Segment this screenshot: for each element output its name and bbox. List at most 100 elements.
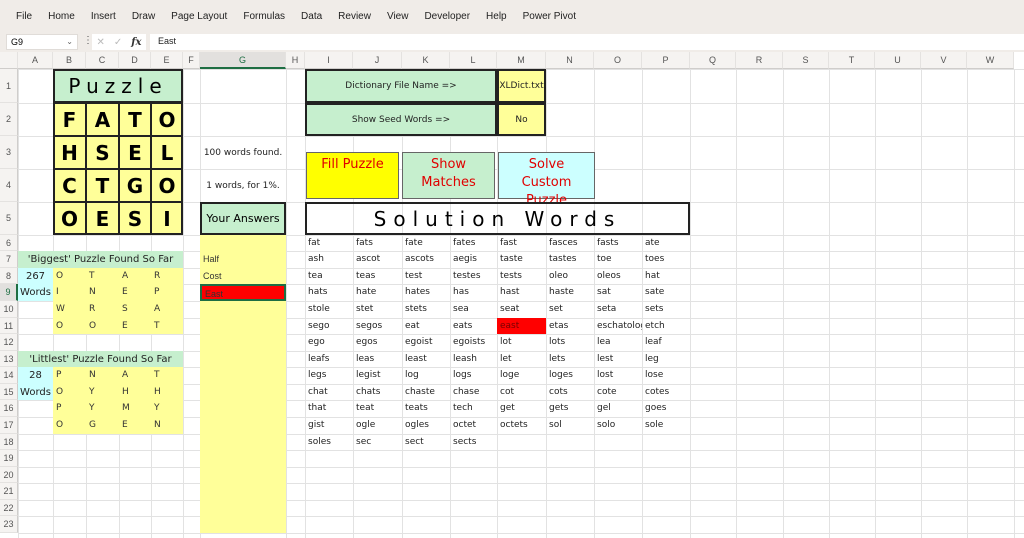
solution-word[interactable]: hate [353,284,402,301]
column-header-G[interactable]: G [200,52,286,69]
show-matches-button[interactable]: Show Matches [402,152,495,199]
column-header-W[interactable]: W [967,52,1014,69]
solution-word[interactable]: solo [594,417,642,434]
solution-word[interactable]: lots [546,334,594,351]
ribbon-tab-developer[interactable]: Developer [416,11,478,22]
solution-word[interactable]: fasces [546,235,594,251]
solution-word[interactable]: cots [546,384,594,400]
solution-word[interactable]: haste [546,284,594,301]
chevron-down-icon[interactable]: ⌄ [66,37,73,47]
solve-custom-puzzle-button[interactable]: Solve Custom Puzzle [498,152,595,208]
solution-word[interactable]: hats [305,284,353,301]
column-header-R[interactable]: R [736,52,783,69]
ribbon-tab-help[interactable]: Help [478,11,515,22]
cancel-icon[interactable]: ✕ [96,37,104,48]
row-header-10[interactable]: 10 [0,301,18,318]
formula-input[interactable]: East [150,34,1024,50]
solution-word[interactable]: fats [353,235,402,251]
column-header-N[interactable]: N [546,52,594,69]
select-all-corner[interactable] [0,52,18,69]
answer-cell[interactable]: Cost [200,268,286,284]
solution-word[interactable]: cotes [642,384,690,400]
solution-word[interactable]: gel [594,400,642,417]
answer-cell[interactable]: Half [200,251,286,268]
row-header-22[interactable]: 22 [0,500,18,516]
solution-word[interactable]: loges [546,367,594,384]
enter-icon[interactable]: ✓ [114,37,122,48]
solution-word[interactable]: has [450,284,497,301]
row-header-7[interactable]: 7 [0,251,18,268]
solution-word[interactable]: etas [546,318,594,334]
solution-word[interactable]: stets [402,301,450,318]
solution-word[interactable]: let [497,351,546,367]
solution-word[interactable]: hates [402,284,450,301]
insert-function-icon[interactable]: fx [131,37,141,48]
row-header-13[interactable]: 13 [0,351,18,367]
solution-word[interactable]: set [546,301,594,318]
ribbon-tab-review[interactable]: Review [330,11,379,22]
ribbon-tab-file[interactable]: File [8,11,40,22]
solution-word[interactable]: fat [305,235,353,251]
solution-word[interactable]: eat [402,318,450,334]
solution-word[interactable]: sate [642,284,690,301]
solution-word[interactable]: fate [402,235,450,251]
row-header-16[interactable]: 16 [0,400,18,417]
seed-words-input[interactable]: No [497,103,546,136]
column-header-M[interactable]: M [497,52,546,69]
solution-word[interactable]: sol [546,417,594,434]
solution-word[interactable]: gets [546,400,594,417]
row-header-4[interactable]: 4 [0,169,18,202]
solution-word[interactable]: ogles [402,417,450,434]
column-header-A[interactable]: A [18,52,53,69]
solution-word[interactable]: tea [305,268,353,284]
solution-word[interactable]: lest [594,351,642,367]
name-box[interactable]: G9 ⌄ [6,34,78,50]
solution-word[interactable]: eschatolog [594,318,642,334]
solution-word[interactable]: legist [353,367,402,384]
solution-word[interactable]: tech [450,400,497,417]
ribbon-tab-page-layout[interactable]: Page Layout [163,11,235,22]
solution-word[interactable]: legs [305,367,353,384]
solution-word[interactable]: least [402,351,450,367]
solution-word[interactable]: aegis [450,251,497,268]
solution-word[interactable]: leg [642,351,690,367]
row-header-20[interactable]: 20 [0,467,18,483]
row-header-19[interactable]: 19 [0,450,18,467]
solution-word[interactable]: fates [450,235,497,251]
row-header-18[interactable]: 18 [0,434,18,450]
solution-word[interactable]: leaf [642,334,690,351]
column-header-D[interactable]: D [119,52,151,69]
solution-word[interactable]: cot [497,384,546,400]
ribbon-tab-view[interactable]: View [379,11,417,22]
ribbon-tab-home[interactable]: Home [40,11,83,22]
solution-word[interactable]: ego [305,334,353,351]
solution-word[interactable]: get [497,400,546,417]
solution-word[interactable]: eats [450,318,497,334]
ribbon-tab-formulas[interactable]: Formulas [235,11,293,22]
solution-word[interactable]: sea [450,301,497,318]
solution-word[interactable]: stole [305,301,353,318]
solution-word[interactable]: tests [497,268,546,284]
solution-word[interactable]: chaste [402,384,450,400]
solution-word[interactable]: lea [594,334,642,351]
row-header-21[interactable]: 21 [0,483,18,500]
row-header-5[interactable]: 5 [0,202,18,235]
solution-word[interactable]: goes [642,400,690,417]
column-header-L[interactable]: L [450,52,497,69]
solution-word[interactable]: sole [642,417,690,434]
solution-word[interactable]: cote [594,384,642,400]
row-header-14[interactable]: 14 [0,367,18,384]
solution-word[interactable]: segos [353,318,402,334]
solution-word[interactable]: chat [305,384,353,400]
solution-word[interactable]: sego [305,318,353,334]
solution-word[interactable]: leafs [305,351,353,367]
solution-word[interactable]: lot [497,334,546,351]
solution-word[interactable]: seat [497,301,546,318]
column-header-F[interactable]: F [183,52,200,69]
ribbon-tab-insert[interactable]: Insert [83,11,124,22]
solution-word[interactable]: ash [305,251,353,268]
solution-word[interactable]: fasts [594,235,642,251]
row-header-17[interactable]: 17 [0,417,18,434]
column-header-O[interactable]: O [594,52,642,69]
solution-word[interactable]: that [305,400,353,417]
